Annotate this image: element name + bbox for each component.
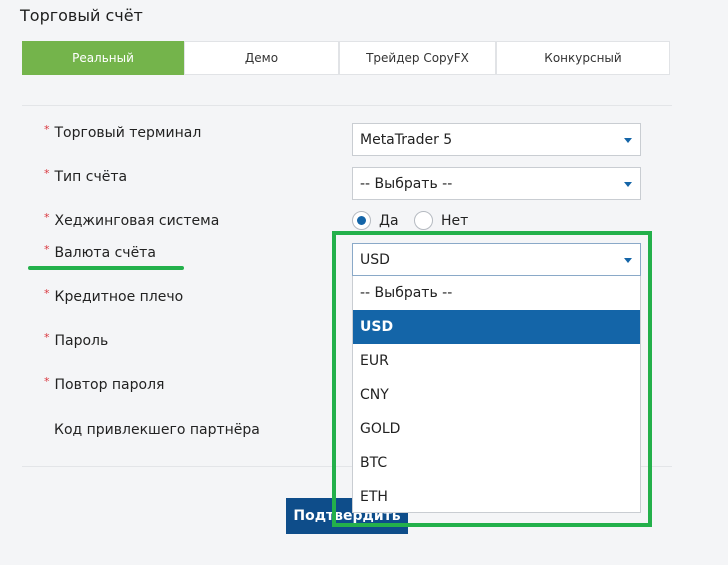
password-label: * Пароль bbox=[44, 331, 109, 349]
terminal-label: * Торговый терминал bbox=[44, 123, 202, 141]
required-star: * bbox=[44, 375, 50, 388]
hedging-radio-no[interactable]: Нет bbox=[414, 211, 468, 230]
required-star: * bbox=[44, 331, 50, 344]
currency-option-selected[interactable]: USD bbox=[353, 310, 640, 344]
tab-contest[interactable]: Конкурсный bbox=[496, 41, 670, 75]
leverage-label: * Кредитное плечо bbox=[44, 287, 184, 305]
hedging-radio-yes[interactable]: Да bbox=[352, 211, 399, 230]
divider-top bbox=[22, 105, 672, 106]
required-star: * bbox=[44, 123, 50, 136]
terminal-select-value: MetaTrader 5 bbox=[360, 131, 453, 148]
required-star: * bbox=[44, 211, 50, 224]
tab-demo[interactable]: Демо bbox=[184, 41, 339, 75]
password-repeat-label: * Повтор пароля bbox=[44, 375, 165, 393]
currency-select-value: USD bbox=[360, 251, 390, 268]
currency-label: * Валюта счёта bbox=[44, 243, 156, 261]
partner-code-label: Код привлекшего партнёра bbox=[54, 422, 260, 438]
required-star: * bbox=[44, 167, 50, 180]
radio-checked-icon bbox=[352, 211, 371, 230]
chevron-down-icon bbox=[624, 258, 632, 263]
currency-option[interactable]: ETH bbox=[353, 480, 640, 514]
account-type-select[interactable]: -- Выбрать -- bbox=[352, 167, 641, 200]
page-title: Торговый счёт bbox=[20, 6, 143, 25]
terminal-select[interactable]: MetaTrader 5 bbox=[352, 123, 641, 156]
chevron-down-icon bbox=[624, 138, 632, 143]
currency-option[interactable]: CNY bbox=[353, 378, 640, 412]
account-type-label: * Тип счёта bbox=[44, 167, 128, 185]
tab-real[interactable]: Реальный bbox=[22, 41, 184, 75]
account-type-select-value: -- Выбрать -- bbox=[360, 175, 453, 192]
currency-option[interactable]: EUR bbox=[353, 344, 640, 378]
currency-select[interactable]: USD bbox=[352, 243, 641, 276]
required-star: * bbox=[44, 287, 50, 300]
currency-option[interactable]: BTC bbox=[353, 446, 640, 480]
currency-dropdown-list: -- Выбрать -- USD EUR CNY GOLD BTC ETH bbox=[352, 276, 641, 513]
tab-copyfx[interactable]: Трейдер CopyFX bbox=[339, 41, 496, 75]
hedging-yes-label: Да bbox=[379, 212, 399, 229]
hedging-no-label: Нет bbox=[441, 212, 469, 229]
required-star: * bbox=[44, 243, 50, 256]
currency-option[interactable]: -- Выбрать -- bbox=[353, 276, 640, 310]
hedging-label: * Хеджинговая система bbox=[44, 211, 220, 229]
currency-option[interactable]: GOLD bbox=[353, 412, 640, 446]
chevron-down-icon bbox=[624, 182, 632, 187]
radio-unchecked-icon bbox=[414, 211, 433, 230]
annotation-underline bbox=[28, 266, 184, 270]
account-tabs: Реальный Демо Трейдер CopyFX Конкурсный bbox=[22, 41, 670, 75]
